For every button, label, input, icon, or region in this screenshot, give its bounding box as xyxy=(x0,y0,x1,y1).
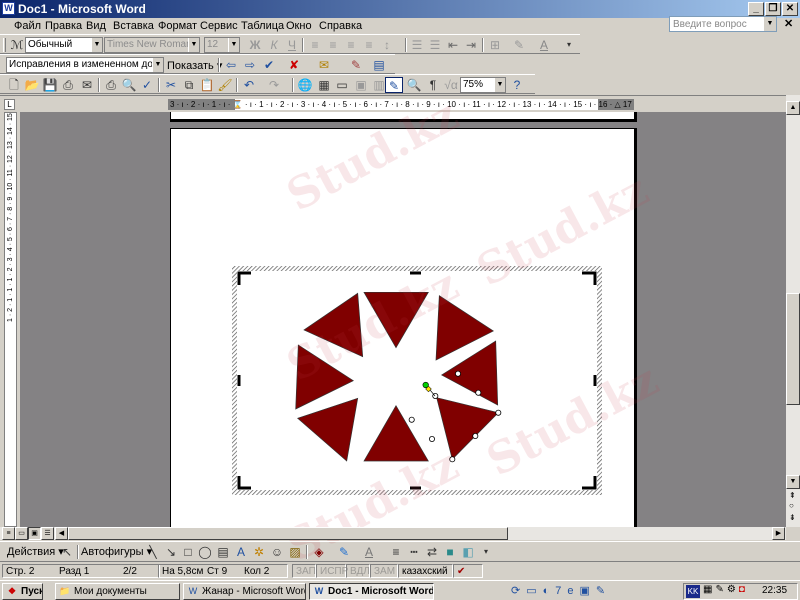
next-page-icon[interactable]: ⇟ xyxy=(789,513,796,522)
scroll-up-button[interactable]: ▲ xyxy=(786,101,800,115)
line-icon[interactable]: ╲ xyxy=(144,544,162,560)
3d-style-icon[interactable]: ◧ xyxy=(459,544,477,560)
line-style-icon[interactable]: ≡ xyxy=(387,544,405,560)
language-indicator[interactable]: KK xyxy=(686,585,700,598)
drawing-canvas-layer xyxy=(232,266,602,495)
previous-page-icon[interactable]: ⇞ xyxy=(789,491,796,500)
drawing-toolbar: Действия ▾ ↖ Автофигуры ▾ ╲ ↘ □ ◯ ▤ A ✲ … xyxy=(0,541,800,562)
autoshapes-menu-button[interactable]: Автофигуры ▾ xyxy=(81,545,152,558)
status-language[interactable]: казахский xyxy=(398,564,453,578)
insert-picture-icon[interactable]: ▨ xyxy=(286,544,304,560)
font-color-icon[interactable]: A xyxy=(360,544,378,560)
taskbar-item-doc1-word[interactable]: W Doc1 - Microsoft Word xyxy=(309,583,434,600)
word-doc-icon: W xyxy=(314,586,324,596)
scroll-thumb[interactable] xyxy=(786,293,800,405)
toolbar-options-icon[interactable]: ▾ xyxy=(477,544,495,560)
line-color-icon[interactable]: ✎ xyxy=(335,544,353,560)
normal-view-button[interactable]: ≡ xyxy=(2,527,15,540)
separator xyxy=(77,545,79,559)
task-label: Мои документы xyxy=(74,586,147,597)
fill-color-icon[interactable]: ◈ xyxy=(310,544,328,560)
web-layout-button[interactable]: ▭ xyxy=(15,527,28,540)
status-track[interactable]: ИСПР xyxy=(316,564,348,578)
arrow-icon[interactable]: ↘ xyxy=(162,544,180,560)
taskbar-item-zhanar-word[interactable]: W Жанар - Microsoft Word xyxy=(183,583,306,600)
status-col: Кол 2 xyxy=(244,566,270,577)
scroll-right-button[interactable]: ▶ xyxy=(772,527,785,540)
vertical-scrollbar[interactable]: ▲ ▼ ⇞ ○ ⇟ xyxy=(786,95,800,527)
status-ovr[interactable]: ЗАМ xyxy=(370,564,398,578)
clock: 22:35 xyxy=(762,585,788,596)
outline-view-button[interactable]: ☰ xyxy=(41,527,54,540)
select-browse-object-icon[interactable]: ○ xyxy=(789,501,794,510)
horizontal-scrollbar[interactable]: ≡ ▭ ▣ ☰ ◀ ▶ xyxy=(0,527,786,540)
print-layout-button[interactable]: ▣ xyxy=(28,527,41,540)
status-rec[interactable]: ЗАП xyxy=(292,564,316,578)
taskbar-item-my-documents[interactable]: 📁 Мои документы xyxy=(55,583,180,600)
status-at: На 5,8см xyxy=(162,566,204,577)
shadow-style-icon[interactable]: ■ xyxy=(441,544,459,560)
wordart-icon[interactable]: A xyxy=(232,544,250,560)
start-button[interactable]: ❖ Пуск xyxy=(2,583,43,600)
taskbar: ❖ Пуск 📁 Мои документы W Жанар - Microsoft … xyxy=(0,580,800,600)
clip-art-icon[interactable]: ☺ xyxy=(268,544,286,560)
status-pages: 2/2 xyxy=(123,566,137,577)
separator xyxy=(306,545,308,559)
quick-launch-icons[interactable]: ⟳▭◐7e▣✎ xyxy=(511,584,611,597)
status-page-section: Стр. 2 Разд 1 2/2 xyxy=(2,564,160,578)
status-section: Разд 1 xyxy=(59,566,90,577)
tray-icons[interactable]: ▦✎⚙◘ xyxy=(703,584,748,595)
diagram-icon[interactable]: ✲ xyxy=(250,544,268,560)
text-box-icon[interactable]: ▤ xyxy=(214,544,232,560)
dash-style-icon[interactable]: ┅ xyxy=(405,544,423,560)
status-ext[interactable]: ВДЛ xyxy=(346,564,370,578)
status-line: Ст 9 xyxy=(207,566,228,577)
oval-icon[interactable]: ◯ xyxy=(196,544,214,560)
task-label: Жанар - Microsoft Word xyxy=(202,586,306,597)
select-objects-icon[interactable]: ↖ xyxy=(58,544,76,560)
scroll-left-button[interactable]: ◀ xyxy=(55,527,68,540)
status-position: На 5,8см Ст 9 Кол 2 xyxy=(158,564,288,578)
spelling-status-icon[interactable]: ✔ xyxy=(453,564,483,578)
system-tray: KK ▦✎⚙◘ 22:35 xyxy=(683,583,798,600)
task-label: Doc1 - Microsoft Word xyxy=(328,586,434,597)
status-page: Стр. 2 xyxy=(6,566,35,577)
windows-logo-icon: ❖ xyxy=(7,586,17,596)
horizontal-scroll-thumb[interactable] xyxy=(68,527,508,540)
actions-menu-button[interactable]: Действия ▾ xyxy=(7,545,64,558)
folder-icon: 📁 xyxy=(59,586,71,596)
start-label: Пуск xyxy=(21,586,43,597)
status-bar: Стр. 2 Разд 1 2/2 На 5,8см Ст 9 Кол 2 ЗА… xyxy=(0,562,800,579)
scroll-down-button[interactable]: ▼ xyxy=(786,475,800,489)
rectangle-icon[interactable]: □ xyxy=(179,544,197,560)
word-doc-icon: W xyxy=(188,586,198,596)
arrow-style-icon[interactable]: ⇄ xyxy=(423,544,441,560)
